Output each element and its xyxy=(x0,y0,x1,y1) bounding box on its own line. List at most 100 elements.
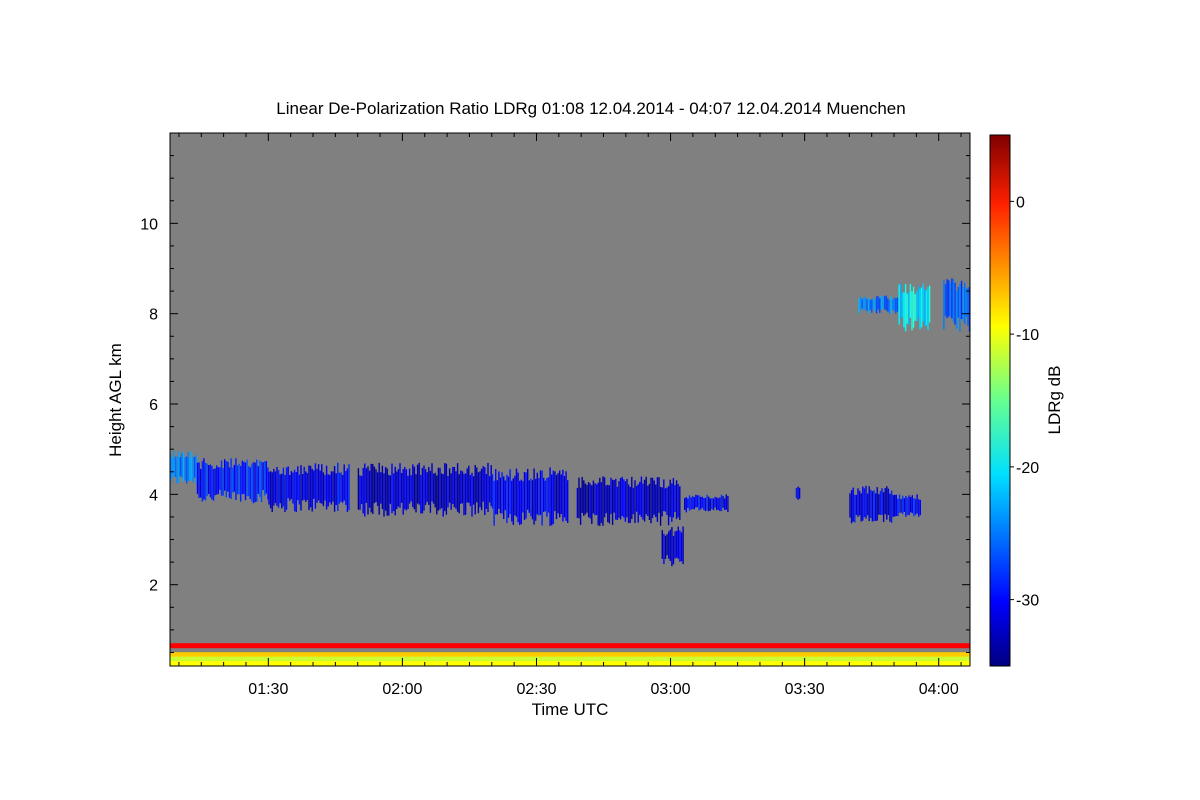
cloud-layer-mark xyxy=(567,480,569,523)
cloud-layer-mark xyxy=(496,480,498,515)
cloud-layer-mark xyxy=(905,496,907,517)
cloud-layer-mark xyxy=(431,463,433,502)
cloud-layer-mark xyxy=(640,476,643,518)
cloud-layer-mark xyxy=(603,477,606,518)
cloud-layer-mark xyxy=(515,468,518,517)
cloud-layer-mark xyxy=(230,458,232,499)
cirrus-layer-mark xyxy=(859,296,862,310)
cloud-layer-mark xyxy=(184,457,186,481)
cloud-layer-mark xyxy=(918,499,920,517)
cloud-layer-mark xyxy=(192,456,194,482)
cloud-layer-mark xyxy=(700,496,702,510)
cloud-layer-mark xyxy=(181,453,183,478)
cloud-layer-mark xyxy=(866,493,869,516)
cloud-layer-mark xyxy=(450,473,452,510)
cloud-layer-mark xyxy=(863,488,866,518)
cloud-layer-mark xyxy=(879,491,882,515)
cirrus-layer-mark xyxy=(901,292,904,318)
cloud-layer-mark xyxy=(319,470,321,504)
cloud-layer-mark xyxy=(501,472,503,514)
cloud-layer-mark xyxy=(362,467,364,514)
cloud-layer-mark xyxy=(619,478,622,520)
cloud-layer-mark xyxy=(429,470,432,513)
cirrus-layer-mark xyxy=(944,284,947,316)
cloud-layer-mark xyxy=(600,482,603,523)
cloud-layer-mark xyxy=(252,462,255,504)
cloud-layer-mark xyxy=(860,493,862,522)
cloud-layer-mark xyxy=(589,483,591,519)
cloud-layer-mark xyxy=(388,474,390,516)
cloud-layer-mark xyxy=(325,465,328,510)
cloud-layer-mark xyxy=(511,480,513,522)
cloud-layer-mark xyxy=(219,467,221,490)
cloud-layer-mark xyxy=(560,474,562,514)
cirrus-layer-mark xyxy=(877,295,879,310)
cloud-layer-mark xyxy=(687,498,689,508)
cirrus-layer-mark xyxy=(866,299,868,311)
cloud-layer-mark xyxy=(346,468,349,512)
cloud-layer-mark xyxy=(472,476,475,505)
cloud-layer-mark xyxy=(621,476,623,516)
cloud-layer-mark xyxy=(204,462,207,501)
cloud-layer-mark xyxy=(663,479,665,512)
cloud-layer-mark xyxy=(650,477,652,524)
cloud-layer-mark xyxy=(520,479,522,525)
cloud-layer-mark xyxy=(471,472,473,517)
cloud-layer-mark xyxy=(293,469,296,512)
cloud-layer-mark xyxy=(530,478,532,517)
cloud-layer-mark xyxy=(423,465,425,511)
cloud-layer-mark xyxy=(386,468,388,516)
cloud-layer-mark xyxy=(544,480,546,512)
cloud-layer-mark xyxy=(405,469,408,511)
cloud-layer-mark xyxy=(708,496,710,512)
cloud-layer-mark xyxy=(677,484,679,518)
cloud-layer-mark xyxy=(658,477,660,513)
cirrus-layer-mark xyxy=(874,299,876,312)
cloud-layer-mark xyxy=(479,471,481,508)
cirrus-layer-mark xyxy=(867,297,870,314)
cloud-layer-mark xyxy=(317,464,320,501)
cloud-layer-mark xyxy=(661,487,663,517)
cloud-layer-mark xyxy=(287,466,289,499)
cloud-layer-mark xyxy=(415,474,417,513)
ground-band xyxy=(170,656,970,662)
cloud-layer-mark xyxy=(480,468,483,511)
cloud-layer-mark xyxy=(367,466,369,515)
cloud-layer-mark xyxy=(376,472,379,506)
cloud-layer-mark xyxy=(466,468,468,503)
cloud-layer-mark xyxy=(656,477,659,522)
cloud-layer-mark xyxy=(719,497,721,512)
cloud-layer-mark xyxy=(426,472,428,502)
cloud-layer-mark xyxy=(407,475,409,509)
cloud-layer-mark xyxy=(581,477,583,513)
cloud-layer-mark xyxy=(712,498,715,511)
cloud-layer-mark xyxy=(260,461,263,503)
cloud-layer-mark xyxy=(490,465,492,507)
colorbar: 0 -10 -20 -30 LDRg dB xyxy=(989,134,1064,667)
cloud-layer-mark xyxy=(306,473,309,501)
cloud-layer-mark xyxy=(282,467,285,507)
cloud-layer-mark xyxy=(696,495,699,508)
cloud-layer-mark xyxy=(428,467,430,505)
cloud-layer-mark xyxy=(523,472,526,520)
cloud-layer-mark xyxy=(795,488,798,499)
cloud-layer-mark xyxy=(692,496,694,509)
cloud-layer-mark xyxy=(246,459,248,497)
cloud-layer-mark xyxy=(337,462,339,511)
cloud-layer-mark xyxy=(898,494,901,513)
y-axis-label: Height AGL km xyxy=(106,343,125,457)
cloud-layer-mark xyxy=(797,486,799,500)
cloud-layer-mark xyxy=(894,494,896,517)
cloud-layer-mark xyxy=(421,467,424,514)
cloud-layer-mark xyxy=(557,473,559,514)
cloud-layer-mark xyxy=(391,463,393,514)
cloud-layer-mark xyxy=(527,468,529,510)
cloud-layer-mark xyxy=(468,465,470,503)
cloud-layer-mark xyxy=(693,497,695,510)
cloud-layer-mark xyxy=(701,496,703,508)
cloud-layer-mark xyxy=(474,465,476,515)
cloud-layer-mark xyxy=(442,474,444,517)
cloud-layer-mark xyxy=(227,461,229,492)
cloud-layer-mark xyxy=(583,480,585,516)
cloud-layer-mark xyxy=(852,487,854,522)
